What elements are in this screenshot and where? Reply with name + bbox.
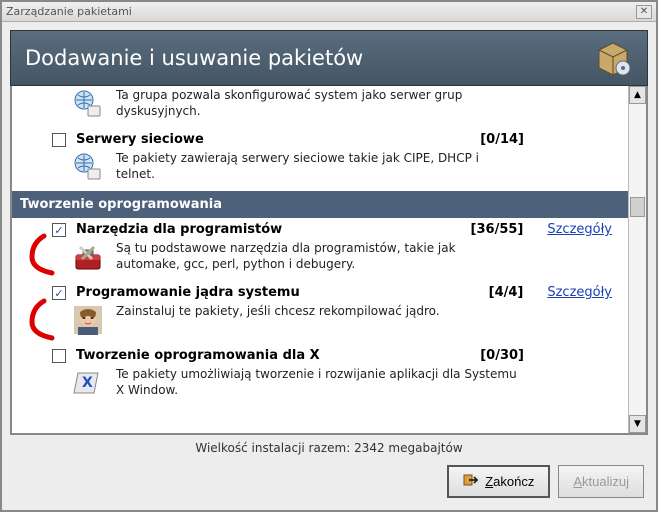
scrollbar-thumb[interactable] xyxy=(630,197,645,217)
checkbox-unchecked[interactable] xyxy=(52,133,66,147)
titlebar[interactable]: Zarządzanie pakietami ✕ xyxy=(2,2,656,22)
item-count: [4/4] xyxy=(489,285,524,300)
item-description: Są tu podstawowe narzędzia dla programis… xyxy=(116,241,620,272)
scroll-up-icon[interactable]: ▲ xyxy=(629,86,646,104)
list-item-desc: Ta grupa pozwala skonfigurować system ja… xyxy=(12,86,628,128)
install-size-status: Wielkość instalacji razem: 2342 megabajt… xyxy=(10,435,648,461)
svg-text:X: X xyxy=(82,375,93,391)
package-list: Ta grupa pozwala skonfigurować system ja… xyxy=(12,86,628,433)
window-title: Zarządzanie pakietami xyxy=(6,5,636,18)
scrollbar-track[interactable] xyxy=(629,104,646,415)
item-count: [36/55] xyxy=(471,222,524,237)
close-button[interactable]: Zakończ xyxy=(447,465,550,498)
update-button: Aktualizuj xyxy=(558,465,644,498)
update-button-rest: ktualizuj xyxy=(582,474,629,489)
scroll-down-icon[interactable]: ▼ xyxy=(629,415,646,433)
banner-title: Dodawanie i usuwanie pakietów xyxy=(25,46,593,70)
item-description: Ta grupa pozwala skonfigurować system ja… xyxy=(116,88,620,119)
update-button-key: A xyxy=(573,474,582,489)
item-count: [0/14] xyxy=(480,132,524,147)
list-item-x[interactable]: Tworzenie oprogramowania dla X [0/30] xyxy=(12,344,628,365)
x-window-icon: X xyxy=(72,367,104,399)
globe-server-icon xyxy=(72,88,104,120)
item-label: Narzędzia dla programistów xyxy=(76,222,463,237)
exit-icon xyxy=(463,472,479,491)
list-item-serwery-sieciowe[interactable]: Serwery sieciowe [0/14] xyxy=(12,128,628,149)
close-icon[interactable]: ✕ xyxy=(636,5,652,19)
item-description: Te pakiety umożliwiają tworzenie i rozwi… xyxy=(116,367,620,398)
item-description: Zainstaluj te pakiety, jeśli chcesz reko… xyxy=(116,304,620,320)
header-banner: Dodawanie i usuwanie pakietów xyxy=(10,30,648,86)
details-link[interactable]: Szczegóły xyxy=(547,222,612,237)
details-link[interactable]: Szczegóły xyxy=(547,285,612,300)
item-description: Te pakiety zawierają serwery sieciowe ta… xyxy=(116,151,620,182)
checkbox-unchecked[interactable] xyxy=(52,349,66,363)
checkbox-checked[interactable]: ✓ xyxy=(52,286,66,300)
face-photo-icon xyxy=(72,304,104,336)
list-item-desc: Są tu podstawowe narzędzia dla programis… xyxy=(12,239,628,281)
list-item-desc: X Te pakiety umożliwiają tworzenie i roz… xyxy=(12,365,628,407)
close-button-key: Z xyxy=(485,474,493,489)
list-item-desc: Zainstaluj te pakiety, jeśli chcesz reko… xyxy=(12,302,628,344)
list-item-jadro[interactable]: ✓ Programowanie jądra systemu [4/4] Szcz… xyxy=(12,281,628,302)
list-item-narzedzia[interactable]: ✓ Narzędzia dla programistów [36/55] Szc… xyxy=(12,218,628,239)
scrollbar[interactable]: ▲ ▼ xyxy=(628,86,646,433)
list-item-desc: Te pakiety zawierają serwery sieciowe ta… xyxy=(12,149,628,191)
group-header-tworzenie: Tworzenie oprogramowania xyxy=(12,191,628,218)
toolbox-icon xyxy=(72,241,104,273)
item-count: [0/30] xyxy=(480,348,524,363)
item-label: Programowanie jądra systemu xyxy=(76,285,481,300)
package-box-icon xyxy=(593,38,633,78)
globe-server-icon xyxy=(72,151,104,183)
close-button-rest: akończ xyxy=(493,474,534,489)
item-label: Tworzenie oprogramowania dla X xyxy=(76,348,472,363)
checkbox-checked[interactable]: ✓ xyxy=(52,223,66,237)
item-label: Serwery sieciowe xyxy=(76,132,472,147)
